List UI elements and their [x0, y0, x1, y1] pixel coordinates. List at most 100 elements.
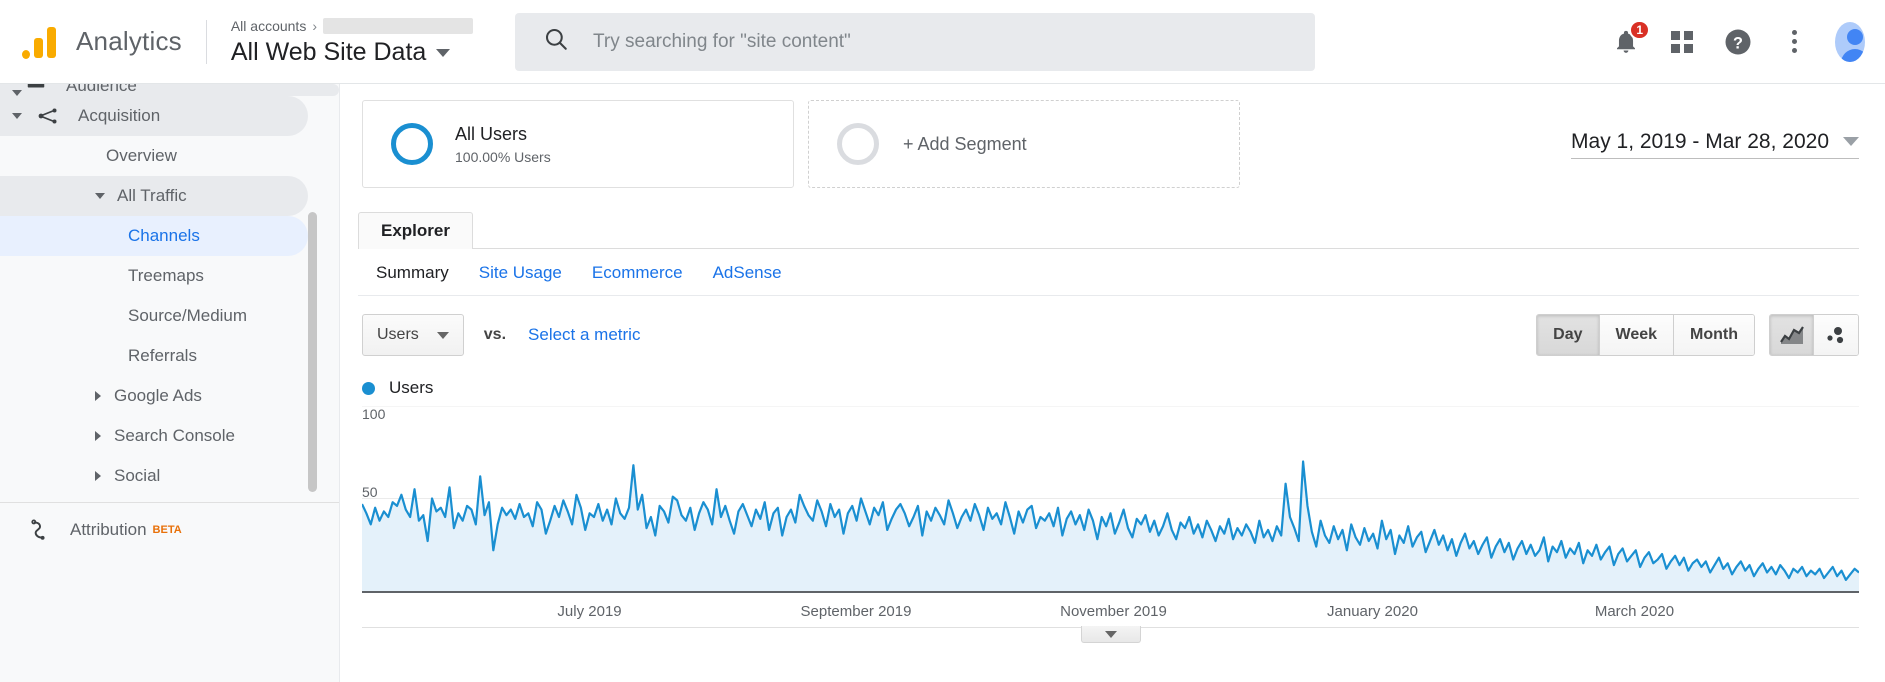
- tab-explorer[interactable]: Explorer: [358, 212, 473, 249]
- sidebar-item-all-traffic[interactable]: All Traffic: [0, 176, 308, 216]
- add-segment-ring-icon: [837, 123, 879, 165]
- top-app-bar: Analytics All accounts › All Web Site Da…: [0, 0, 1885, 84]
- report-subtabs: Summary Site Usage Ecommerce AdSense: [358, 249, 1859, 296]
- apps-button[interactable]: [1667, 27, 1697, 57]
- granularity-month[interactable]: Month: [1674, 315, 1754, 355]
- global-search-box[interactable]: [515, 12, 1315, 71]
- x-tick-label: July 2019: [557, 603, 622, 620]
- report-tabs: Explorer: [350, 212, 1885, 249]
- segment-detail: 100.00% Users: [455, 148, 551, 165]
- y-tick-100: 100: [362, 406, 386, 422]
- property-view-selector[interactable]: All Web Site Data: [231, 38, 473, 67]
- sidebar-item-search-console[interactable]: Search Console: [0, 416, 339, 456]
- sidebar-item-label: Google Ads: [114, 386, 202, 405]
- sidebar-divider: [0, 502, 339, 503]
- select-second-metric-link[interactable]: Select a metric: [528, 325, 640, 345]
- sidebar-scrollbar[interactable]: [308, 212, 317, 492]
- subtab-site-usage[interactable]: Site Usage: [479, 263, 562, 283]
- sidebar-item-source-medium[interactable]: Source/Medium: [0, 296, 339, 336]
- chevron-down-icon: [1104, 630, 1117, 638]
- property-view-label: All Web Site Data: [230, 38, 427, 66]
- segment-bar: All Users 100.00% Users + Add Segment Ma…: [340, 84, 1885, 188]
- legend-label: Users: [389, 378, 434, 397]
- more-options-button[interactable]: [1779, 27, 1809, 57]
- chart-type-button-group: [1769, 314, 1859, 356]
- breadcrumb-separator: ›: [312, 18, 317, 34]
- notifications-button[interactable]: 1: [1611, 19, 1650, 57]
- help-question-icon: ?: [1725, 29, 1751, 54]
- user-avatar-icon: [1835, 21, 1865, 62]
- granularity-week[interactable]: Week: [1599, 315, 1675, 355]
- sidebar-item-label: Acquisition: [78, 106, 161, 125]
- main-content: All Users 100.00% Users + Add Segment Ma…: [340, 84, 1885, 682]
- line-chart-icon[interactable]: [1770, 315, 1814, 355]
- chart-controls: Users vs. Select a metric Day Week Month: [340, 296, 1885, 356]
- top-bar-actions: 1 ?: [1611, 19, 1865, 62]
- kebab-menu-icon: [1791, 30, 1797, 53]
- search-icon: [543, 26, 569, 57]
- analytics-logo-icon: [20, 22, 60, 62]
- tab-underline: [358, 248, 1859, 249]
- chevron-down-icon: [1843, 137, 1859, 146]
- sidebar-item-label: Treemaps: [128, 266, 204, 285]
- segment-all-users[interactable]: All Users 100.00% Users: [362, 100, 794, 188]
- acquisition-icon: [34, 102, 62, 130]
- grid-apps-icon: [1671, 30, 1693, 53]
- search-input[interactable]: [591, 29, 1251, 54]
- segment-name: All Users: [455, 123, 528, 144]
- date-range-label: May 1, 2019 - Mar 28, 2020: [1571, 129, 1829, 153]
- segment-ring-icon: [391, 123, 433, 165]
- chart-x-axis: July 2019 September 2019 November 2019 J…: [362, 591, 1859, 643]
- y-tick-50: 50: [362, 484, 378, 500]
- sidebar-item-treemaps[interactable]: Treemaps: [0, 256, 339, 296]
- attribution-icon: [26, 516, 54, 544]
- chevron-down-icon: [436, 331, 449, 339]
- sidebar-item-google-ads[interactable]: Google Ads: [0, 376, 339, 416]
- beta-badge: BETA: [152, 524, 182, 536]
- brand-name: Analytics: [76, 26, 182, 56]
- granularity-day[interactable]: Day: [1537, 315, 1600, 355]
- subtab-adsense[interactable]: AdSense: [713, 263, 782, 283]
- subtab-summary[interactable]: Summary: [376, 263, 449, 283]
- notifications-badge: 1: [1629, 19, 1650, 40]
- account-avatar-button[interactable]: [1835, 21, 1865, 62]
- svg-text:?: ?: [1733, 34, 1743, 52]
- date-range-picker[interactable]: May 1, 2019 - Mar 28, 2020: [1571, 130, 1859, 159]
- granularity-button-group: Day Week Month: [1536, 314, 1755, 356]
- sidebar-item-label: Search Console: [114, 426, 235, 445]
- account-selector[interactable]: All accounts › All Web Site Data: [231, 16, 473, 67]
- left-navigation-sidebar[interactable]: Audience Acquisition Overview All Traffi…: [0, 84, 340, 682]
- subtab-ecommerce[interactable]: Ecommerce: [592, 263, 683, 283]
- sidebar-item-attribution[interactable]: Attribution BETA: [0, 507, 339, 553]
- sidebar-item-referrals[interactable]: Referrals: [0, 336, 339, 376]
- vs-label: vs.: [483, 326, 507, 343]
- sidebar-item-overview[interactable]: Overview: [0, 136, 339, 176]
- sidebar-item-label: Attribution: [70, 520, 147, 539]
- sidebar-item-acquisition[interactable]: Acquisition: [0, 96, 308, 136]
- sidebar-item-label: Social: [114, 466, 161, 485]
- metric-selector[interactable]: Users: [362, 314, 464, 356]
- help-button[interactable]: ?: [1723, 27, 1753, 57]
- metric-selector-label: Users: [377, 326, 419, 343]
- legend-color-swatch: [362, 381, 375, 395]
- granularity-and-chart-type: Day Week Month: [1536, 314, 1859, 356]
- sidebar-item-label: All Traffic: [117, 186, 187, 205]
- sidebar-item-social[interactable]: Social: [0, 456, 339, 496]
- sidebar-item-audience-clipped[interactable]: Audience: [0, 84, 339, 96]
- motion-chart-icon[interactable]: [1814, 315, 1858, 355]
- header-divider: [205, 19, 207, 64]
- chart-canvas: [362, 406, 1859, 591]
- users-over-time-chart[interactable]: 100 50: [362, 406, 1859, 591]
- add-segment-button[interactable]: + Add Segment: [808, 100, 1240, 188]
- x-tick-label: January 2020: [1327, 603, 1418, 620]
- expand-chart-button[interactable]: [1080, 626, 1141, 643]
- sidebar-item-label: Channels: [128, 226, 200, 245]
- breadcrumb-all-accounts[interactable]: All accounts: [231, 18, 306, 34]
- audience-icon: [22, 84, 50, 96]
- add-segment-label: + Add Segment: [903, 133, 1027, 154]
- x-tick-label: November 2019: [1060, 603, 1167, 620]
- sidebar-item-channels[interactable]: Channels: [0, 216, 308, 256]
- sidebar-item-label: Overview: [106, 146, 177, 165]
- chart-legend: Users: [340, 356, 1885, 398]
- sidebar-item-label: Referrals: [128, 346, 197, 365]
